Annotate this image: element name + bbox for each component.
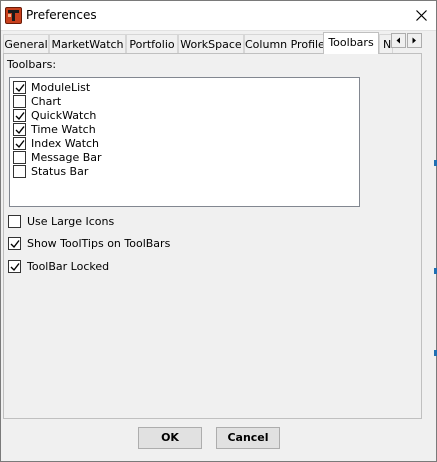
checkbox-checked[interactable] <box>13 123 26 136</box>
check-icon <box>15 84 25 93</box>
checkbox-unchecked[interactable] <box>13 151 26 164</box>
tab-general[interactable]: General <box>3 34 49 53</box>
window-title: Preferences <box>26 8 97 22</box>
app-logo-t-icon <box>5 7 22 24</box>
tab-toolbars[interactable]: Toolbars <box>323 32 379 54</box>
check-icon <box>15 140 25 149</box>
cancel-button[interactable]: Cancel <box>216 427 280 449</box>
close-icon <box>416 10 427 21</box>
tab-portfolio[interactable]: Portfolio <box>126 34 178 53</box>
checkbox-checked[interactable] <box>8 260 21 273</box>
check-icon <box>15 126 25 135</box>
check-icon <box>15 112 25 121</box>
preferences-dialog: Preferences General MarketWatch Portfoli… <box>0 0 437 462</box>
close-button[interactable] <box>406 1 436 30</box>
tab-scroll-right-button[interactable] <box>407 33 422 48</box>
checkbox-checked[interactable] <box>8 237 21 250</box>
checkbox-checked[interactable] <box>13 137 26 150</box>
tab-scroll-left-button[interactable] <box>391 33 406 48</box>
checkbox-unchecked[interactable] <box>8 215 21 228</box>
checkbox-checked[interactable] <box>13 109 26 122</box>
tab-column-profile[interactable]: Column Profile <box>244 34 325 53</box>
ok-button[interactable]: OK <box>138 427 202 449</box>
check-icon <box>10 263 20 272</box>
toolbars-checklist[interactable]: ModuleList Chart QuickWatch Time Watch I… <box>9 77 360 207</box>
checkbox-checked[interactable] <box>13 81 26 94</box>
tab-strip: General MarketWatch Portfolio WorkSpace … <box>3 32 436 54</box>
check-icon <box>10 240 20 249</box>
toolbars-tab-panel: Toolbars: ModuleList Chart QuickWatch Ti… <box>3 53 422 419</box>
checkbox-unchecked[interactable] <box>13 165 26 178</box>
checkbox-unchecked[interactable] <box>13 95 26 108</box>
arrow-left-icon <box>396 37 400 44</box>
tab-workspace[interactable]: WorkSpace <box>178 34 244 53</box>
tab-marketwatch[interactable]: MarketWatch <box>49 34 126 53</box>
toolbars-group-label: Toolbars: <box>7 58 57 71</box>
title-bar: Preferences <box>1 1 436 31</box>
arrow-right-icon <box>412 37 416 44</box>
